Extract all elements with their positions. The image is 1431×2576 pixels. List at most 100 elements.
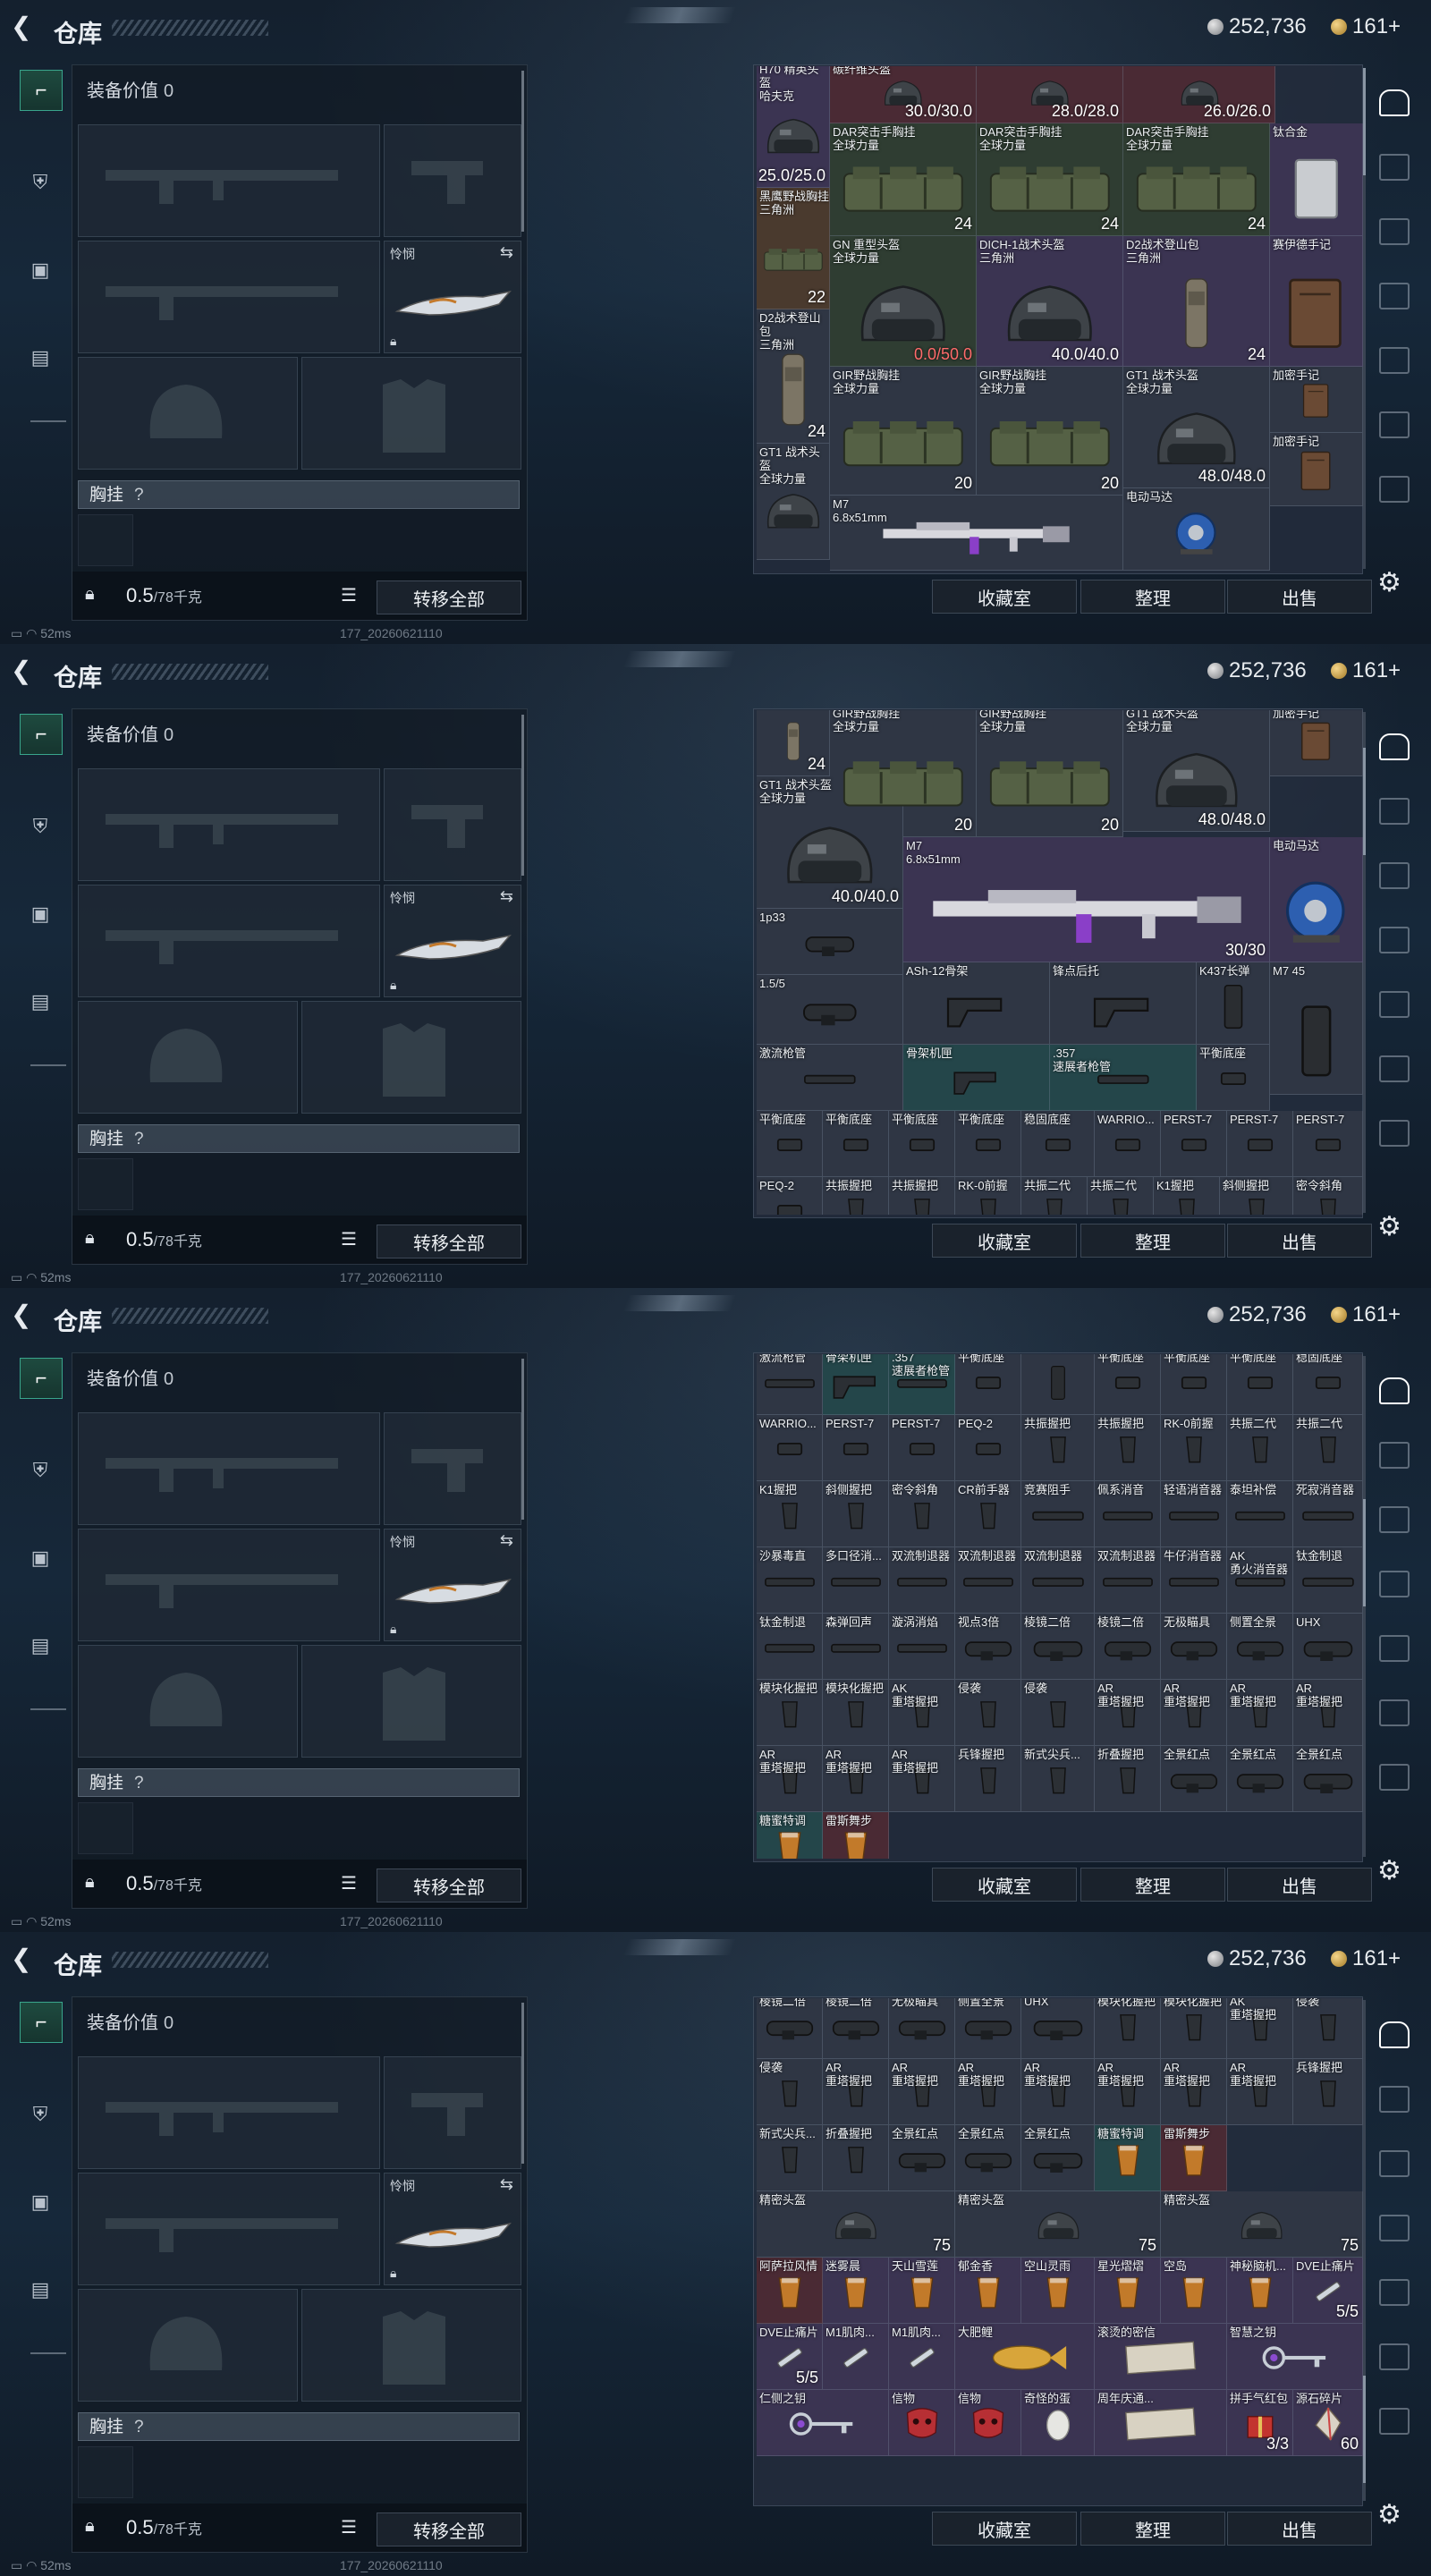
armor-slot[interactable] bbox=[301, 1645, 521, 1758]
stash-item[interactable]: 精密头盔 75 bbox=[757, 2191, 955, 2258]
container-tab-1[interactable] bbox=[1377, 2082, 1411, 2116]
stash-item[interactable]: 共振二代 bbox=[1227, 1415, 1293, 1481]
pistol-slot[interactable] bbox=[384, 124, 521, 237]
primary-weapon-slot[interactable] bbox=[78, 124, 380, 237]
stash-item[interactable]: 棱镜二倍 bbox=[1021, 1614, 1095, 1680]
stash-item[interactable]: PERST-7 bbox=[889, 1415, 955, 1481]
stash-item[interactable]: .357 速展者枪管 bbox=[889, 1354, 955, 1415]
stash-item[interactable]: 兵锋握把 bbox=[1293, 2059, 1363, 2125]
stash-item[interactable]: H70 精英头盔 哈夫克 25.0/25.0 bbox=[757, 66, 830, 188]
stash-item[interactable]: 共振二代 bbox=[1293, 1415, 1363, 1481]
stash-item[interactable]: 源石碎片 60 bbox=[1293, 2390, 1363, 2456]
stash-item[interactable]: 信物 bbox=[889, 2390, 955, 2456]
stash-item[interactable]: 双流制退器 bbox=[889, 1547, 955, 1614]
list-icon[interactable]: ☰ bbox=[341, 1228, 357, 1250]
stash-item[interactable]: 双流制退器 bbox=[955, 1547, 1021, 1614]
stash-item[interactable]: DVE止痛片 5/5 bbox=[757, 2324, 823, 2390]
swap-icon[interactable]: ⇆ bbox=[500, 2175, 513, 2194]
nav-pistol[interactable]: ⌐ bbox=[20, 2002, 63, 2043]
primary-weapon-slot[interactable] bbox=[78, 768, 380, 881]
stash-item[interactable]: 电动马达 bbox=[1270, 837, 1363, 962]
stash-item[interactable]: 侧置全景 bbox=[1227, 1614, 1293, 1680]
stash-item[interactable]: 稳固底座 bbox=[1021, 1111, 1095, 1177]
gold-currency[interactable]: 161+ bbox=[1331, 658, 1401, 683]
stash-item[interactable]: GIR野战胸挂 全球力量 20 bbox=[977, 367, 1123, 496]
collection-button[interactable]: 收藏室 bbox=[932, 1868, 1077, 1902]
scrollbar-thumb[interactable] bbox=[1363, 748, 1366, 855]
stash-item[interactable]: 激流枪管 bbox=[757, 1045, 903, 1111]
transfer-all-button[interactable]: 转移全部 bbox=[377, 580, 521, 614]
stash-item[interactable]: UHX bbox=[1293, 1614, 1363, 1680]
stash-item[interactable]: PERST-7 bbox=[1161, 1111, 1227, 1177]
backpack-slot[interactable] bbox=[78, 1158, 133, 1210]
container-tab-5[interactable] bbox=[1377, 408, 1411, 442]
sort-button[interactable]: 整理 bbox=[1080, 580, 1225, 614]
nav-briefcase[interactable]: ▤ bbox=[20, 338, 61, 377]
stash-item[interactable]: 拼手气红包 3/3 bbox=[1227, 2390, 1293, 2456]
stash-item[interactable]: 侵袭 bbox=[757, 2059, 823, 2125]
stash-item[interactable]: M7 45 bbox=[1270, 962, 1363, 1095]
stash-item[interactable]: 共振二代 bbox=[1021, 1177, 1088, 1215]
armor-slot[interactable] bbox=[301, 357, 521, 470]
helmet-slot[interactable] bbox=[78, 1645, 298, 1758]
stash-item[interactable]: 兵锋握把 bbox=[955, 1746, 1021, 1812]
stash-item[interactable]: AR 重塔握把 bbox=[955, 2059, 1021, 2125]
container-tab-6[interactable] bbox=[1377, 1116, 1411, 1150]
container-tab-5[interactable] bbox=[1377, 1696, 1411, 1730]
gear-icon[interactable]: ⚙ bbox=[1377, 2499, 1401, 2530]
list-icon[interactable]: ☰ bbox=[341, 1872, 357, 1894]
collection-button[interactable]: 收藏室 bbox=[932, 2512, 1077, 2546]
stash-item[interactable]: 钛金制退 bbox=[1293, 1547, 1363, 1614]
container-tab-2[interactable] bbox=[1377, 215, 1411, 249]
nav-helmet[interactable]: ⛨ bbox=[20, 163, 61, 202]
stash-item[interactable]: GT1 战术头盔 全球力量 bbox=[757, 444, 830, 560]
warehouse-tab[interactable] bbox=[1377, 1374, 1411, 1408]
nav-pistol[interactable]: ⌐ bbox=[20, 70, 63, 111]
stash-item[interactable]: 28.0/28.0 bbox=[977, 66, 1123, 123]
stash-item[interactable]: PEQ-2 bbox=[757, 1177, 823, 1215]
sell-button[interactable]: 出售 bbox=[1227, 1868, 1372, 1902]
stash-item[interactable]: 糖蜜特调 bbox=[1095, 2125, 1161, 2191]
stash-item[interactable]: 激流枪管 bbox=[757, 1354, 823, 1415]
backpack-slot[interactable] bbox=[78, 514, 133, 566]
stash-item[interactable]: 折叠握把 bbox=[823, 2125, 889, 2191]
container-tab-6[interactable] bbox=[1377, 2404, 1411, 2438]
list-icon[interactable]: ☰ bbox=[341, 584, 357, 606]
stash-item[interactable]: 双流制退器 bbox=[1095, 1547, 1161, 1614]
stash-item[interactable]: 侧置全景 bbox=[955, 1998, 1021, 2059]
gear-icon[interactable]: ⚙ bbox=[1377, 567, 1401, 598]
stash-item[interactable]: 钛合金 bbox=[1270, 123, 1363, 236]
pistol-slot[interactable] bbox=[384, 2056, 521, 2169]
stash-item[interactable]: 加密手记 bbox=[1270, 433, 1363, 506]
stash-item[interactable]: 模块化握把 bbox=[1095, 1998, 1161, 2059]
stash-item[interactable]: 周年庆通... bbox=[1095, 2390, 1227, 2456]
melee-slot[interactable]: 怜悯 ⇆ 🔒︎ bbox=[384, 2173, 521, 2285]
stash-item[interactable]: 折叠握把 bbox=[1095, 1746, 1161, 1812]
stash-item[interactable]: PEQ-2 bbox=[955, 1415, 1021, 1481]
stash-item[interactable]: AR 重塔握把 bbox=[1227, 1680, 1293, 1746]
stash-item[interactable]: DVE止痛片 5/5 bbox=[1293, 2258, 1363, 2324]
container-tab-4[interactable] bbox=[1377, 343, 1411, 377]
melee-slot[interactable]: 怜悯 ⇆ 🔒︎ bbox=[384, 885, 521, 997]
stash-item[interactable]: 全景红点 bbox=[1227, 1746, 1293, 1812]
stash-item[interactable]: 全景红点 bbox=[889, 2125, 955, 2191]
stash-item[interactable]: RK-0前握 bbox=[955, 1177, 1021, 1215]
secondary-weapon-slot[interactable] bbox=[78, 885, 380, 997]
collection-button[interactable]: 收藏室 bbox=[932, 1224, 1077, 1258]
stash-item[interactable]: 侵袭 bbox=[1293, 1998, 1363, 2059]
stash-item[interactable]: 仁侧之钥 bbox=[757, 2390, 889, 2456]
stash-item[interactable]: 全景红点 bbox=[955, 2125, 1021, 2191]
backpack-slot[interactable] bbox=[78, 2446, 133, 2498]
stash-item[interactable]: 平衡底座 bbox=[1227, 1354, 1293, 1415]
backpack-slot[interactable] bbox=[78, 1802, 133, 1854]
stash-item[interactable]: AR 重塔握把 bbox=[1095, 2059, 1161, 2125]
stash-item[interactable]: 佩系消音 bbox=[1095, 1481, 1161, 1547]
pistol-slot[interactable] bbox=[384, 1412, 521, 1525]
back-arrow-icon[interactable]: ❮ bbox=[11, 1302, 31, 1327]
stash-item[interactable]: 密令斜角 bbox=[1293, 1177, 1363, 1215]
stash-item[interactable]: 共振握把 bbox=[1095, 1415, 1161, 1481]
swap-icon[interactable]: ⇆ bbox=[500, 887, 513, 906]
stash-item[interactable]: 侵袭 bbox=[1021, 1680, 1095, 1746]
stash-item[interactable]: CR前手器 bbox=[955, 1481, 1021, 1547]
stash-item[interactable]: 滚烫的密信 bbox=[1095, 2324, 1227, 2390]
